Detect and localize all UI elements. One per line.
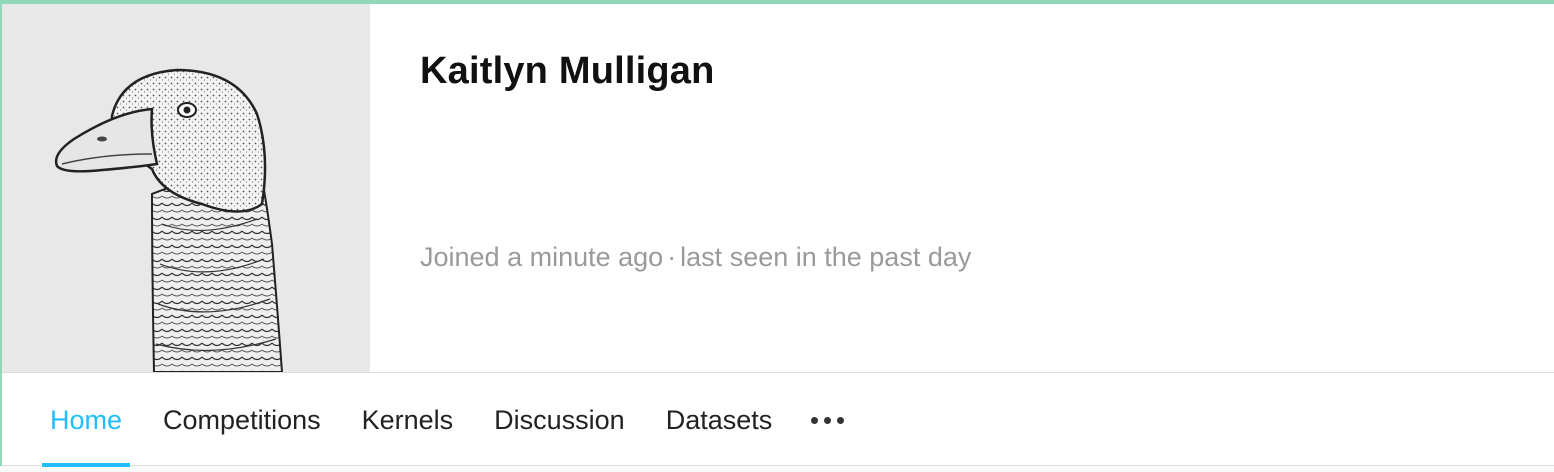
tab-home[interactable]: Home [40,373,132,467]
tab-competitions[interactable]: Competitions [153,373,331,467]
more-dot [837,416,845,424]
more-horizontal-icon[interactable] [803,373,852,467]
profile-card: Kaitlyn Mulligan Joined a minute ago · las… [0,0,1554,467]
more-dot [824,416,832,424]
profile-tabs: Home Competitions Kernels Discussion Dat… [40,373,852,467]
profile-info: Kaitlyn Mulligan [420,50,715,93]
tab-datasets[interactable]: Datasets [656,373,783,467]
more-dot [811,416,819,424]
profile-nav: Home Competitions Kernels Discussion Dat… [2,372,1554,467]
last-seen-text: last seen in the past day [680,242,972,272]
meta-separator: · [667,242,677,272]
joined-text: Joined a minute ago [420,242,664,272]
goose-illustration-icon [54,68,284,372]
profile-name: Kaitlyn Mulligan [420,50,715,92]
avatar [2,4,370,372]
tab-kernels[interactable]: Kernels [352,373,464,467]
profile-activity: Joined a minute ago · last seen in the pas… [420,242,971,273]
tab-discussion[interactable]: Discussion [484,373,635,467]
